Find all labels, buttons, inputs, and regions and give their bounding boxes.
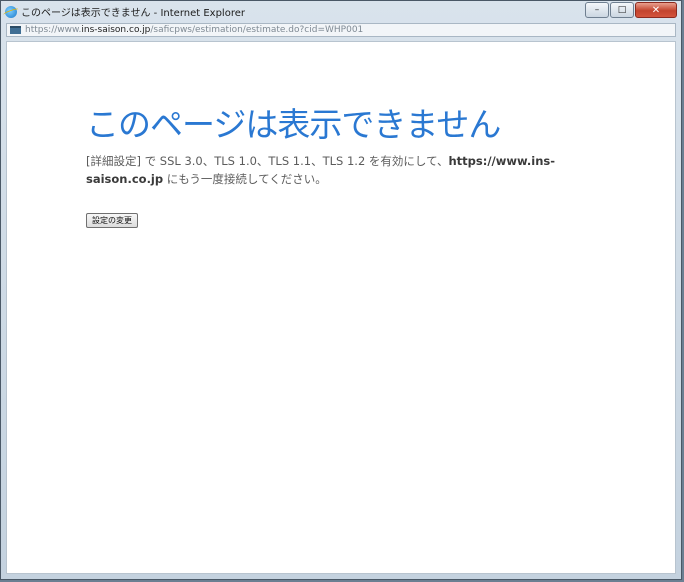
- close-button[interactable]: ✕: [635, 2, 677, 18]
- message-part2: にもう一度接続してください。: [163, 172, 327, 186]
- page-icon: [10, 26, 21, 34]
- url-path: /saficpws/estimation/estimate.do?cid=WHP…: [150, 25, 364, 35]
- address-bar[interactable]: https://www.ins-saison.co.jp/saficpws/es…: [6, 23, 676, 37]
- url-prefix: https://www.: [25, 25, 82, 35]
- internet-explorer-icon: [5, 5, 17, 18]
- page-content: このページは表示できません [詳細設定] で SSL 3.0、TLS 1.0、T…: [6, 41, 676, 574]
- browser-window: このページは表示できません - Internet Explorer – □ ✕ …: [0, 0, 682, 580]
- url-host: ins-saison.co.jp: [81, 25, 151, 35]
- maximize-button[interactable]: □: [610, 2, 634, 18]
- error-heading: このページは表示できません: [86, 105, 501, 144]
- url-text[interactable]: https://www.ins-saison.co.jp/saficpws/es…: [25, 25, 363, 35]
- window-title: このページは表示できません - Internet Explorer: [21, 8, 245, 19]
- window-controls: – □ ✕: [585, 2, 677, 18]
- error-message: [詳細設定] で SSL 3.0、TLS 1.0、TLS 1.1、TLS 1.2…: [86, 152, 556, 188]
- title-bar[interactable]: このページは表示できません - Internet Explorer – □ ✕: [1, 1, 681, 22]
- minimize-button[interactable]: –: [585, 2, 609, 18]
- change-settings-button[interactable]: 設定の変更: [86, 213, 138, 228]
- message-part1: [詳細設定] で SSL 3.0、TLS 1.0、TLS 1.1、TLS 1.2…: [86, 154, 449, 168]
